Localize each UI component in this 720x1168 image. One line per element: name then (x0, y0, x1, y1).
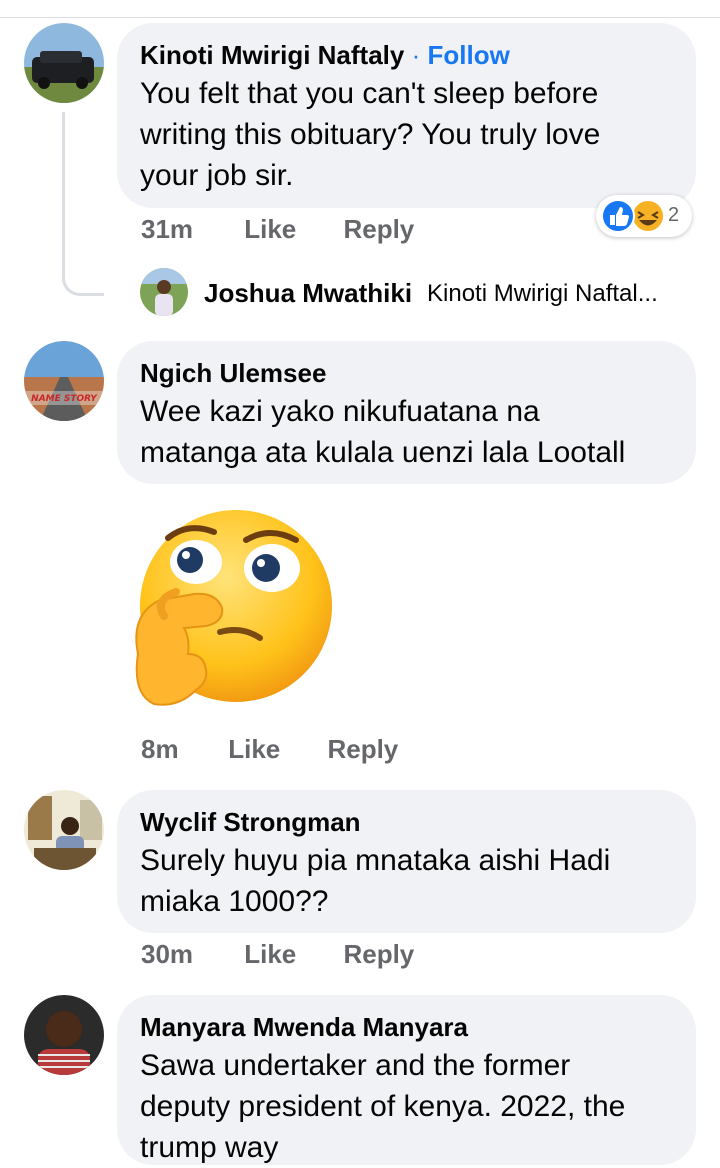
separator-dot: · (411, 40, 421, 70)
comment-line: Sawa undertaker and the former (140, 1049, 571, 1082)
author-name[interactable]: Kinoti Mwirigi Naftaly (140, 40, 404, 70)
reply-thread-line (62, 112, 104, 296)
comment-author[interactable]: Kinoti Mwirigi Naftaly · Follow (140, 40, 510, 71)
comment-line: writing this obituary? You truly love (140, 118, 601, 151)
comment-line: deputy president of kenya. 2022, the (140, 1090, 626, 1123)
follow-button[interactable]: Follow (427, 40, 509, 70)
reply-button[interactable]: Reply (343, 214, 414, 245)
author-name[interactable]: Manyara Mwenda Manyara (140, 1012, 468, 1043)
comment-line: Wee kazi yako nikufuatana na (140, 395, 540, 428)
comment-actions: 8m Like Reply (141, 734, 398, 765)
avatar[interactable]: NAME STORY (24, 341, 104, 421)
comment-line: Surely huyu pia mnataka aishi Hadi (140, 844, 611, 877)
comment-line: matanga ata kulala uenzi lala Lootall (140, 436, 626, 469)
reply-button[interactable]: Reply (327, 734, 398, 765)
avatar-logo-text: NAME STORY (31, 394, 98, 404)
avatar[interactable] (140, 268, 188, 316)
reaction-count: 2 (668, 204, 680, 226)
comment-line: miaka 1000?? (140, 885, 329, 918)
thinking-face-emoji (124, 504, 338, 714)
reply-author[interactable]: Joshua Mwathiki (204, 278, 412, 309)
comment-text: Surely huyu pia mnataka aishi Hadi miaka… (140, 840, 610, 922)
comment-text: Sawa undertaker and the former deputy pr… (140, 1045, 625, 1168)
reaction-summary[interactable]: 2 (596, 195, 692, 237)
comment-time[interactable]: 30m (141, 939, 237, 970)
comment-text: Wee kazi yako nikufuatana na matanga ata… (140, 391, 625, 473)
avatar[interactable] (24, 790, 104, 870)
like-button[interactable]: Like (244, 939, 336, 970)
comment-time[interactable]: 8m (141, 734, 221, 765)
comment-actions: 31m Like Reply (141, 214, 414, 245)
like-button[interactable]: Like (228, 734, 320, 765)
like-button[interactable]: Like (244, 214, 336, 245)
comment-line: your job sir. (140, 159, 294, 192)
top-divider (0, 17, 720, 18)
author-name[interactable]: Ngich Ulemsee (140, 358, 326, 389)
comment-line: You felt that you can't sleep before (140, 77, 599, 110)
reply-snippet[interactable]: Kinoti Mwirigi Naftal... (427, 280, 658, 308)
comment-text: You felt that you can't sleep before wri… (140, 73, 600, 196)
avatar[interactable] (24, 23, 104, 103)
comment-time[interactable]: 31m (141, 214, 237, 245)
avatar[interactable] (24, 995, 104, 1075)
comment-line: trump way (140, 1131, 279, 1164)
reply-button[interactable]: Reply (343, 939, 414, 970)
comment-actions: 30m Like Reply (141, 939, 414, 970)
author-name[interactable]: Wyclif Strongman (140, 807, 361, 838)
